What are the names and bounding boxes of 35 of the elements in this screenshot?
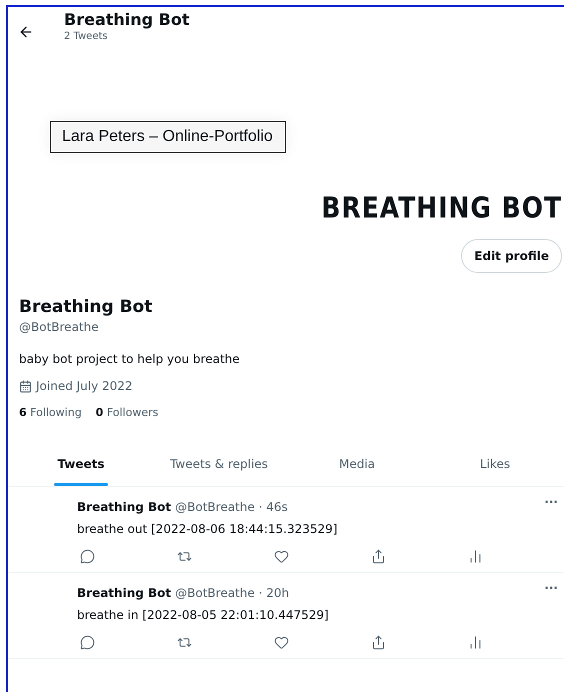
follow-stat-link[interactable]: 6 Following [19, 406, 82, 419]
edit-profile-button[interactable]: Edit profile [461, 239, 562, 273]
share-icon[interactable] [371, 549, 386, 564]
profile-tab[interactable]: Tweets [12, 451, 150, 486]
joined-date: Joined July 2022 [36, 379, 133, 393]
tweet-count: 2 Tweets [64, 31, 109, 42]
bar-chart-icon[interactable] [468, 549, 483, 564]
back-icon[interactable] [18, 24, 34, 40]
tweet-author: Breathing Bot [77, 585, 172, 601]
profile-handle: @BotBreathe [19, 320, 100, 334]
tweet-author: Breathing Bot [77, 499, 172, 515]
follow-stat-link[interactable]: 0 Followers [96, 406, 158, 419]
reply-icon[interactable] [80, 549, 95, 564]
profile-name: Breathing Bot [19, 296, 154, 318]
share-icon[interactable] [371, 635, 386, 650]
retweet-icon[interactable] [177, 635, 192, 650]
profile-tab[interactable]: Media [288, 451, 426, 486]
banner-title: BREATHING BOT [321, 190, 562, 224]
bar-chart-icon[interactable] [468, 635, 483, 650]
profile-tab[interactable]: Tweets & replies [150, 451, 288, 486]
profile-bio: baby bot project to help you breathe [19, 352, 241, 366]
heart-icon[interactable] [274, 635, 289, 650]
tooltip: Lara Peters – Online-Portfolio [50, 121, 286, 153]
more-options-button[interactable]: ··· [544, 495, 558, 509]
header-title: Breathing Bot [64, 9, 190, 31]
heart-icon[interactable] [274, 549, 289, 564]
tweet-meta: @BotBreathe · 20h [175, 585, 290, 601]
tweet-text: breathe in [2022-08-05 22:01:10.447529] [77, 607, 330, 623]
more-options-button[interactable]: ··· [544, 581, 558, 595]
tweet-meta: @BotBreathe · 46s [175, 499, 288, 515]
reply-icon[interactable] [80, 635, 95, 650]
profile-tab[interactable]: Likes [426, 451, 564, 486]
retweet-icon[interactable] [177, 549, 192, 564]
tweet-text: breathe out [2022-08-06 18:44:15.323529] [77, 521, 338, 537]
calendar-icon [19, 380, 32, 392]
